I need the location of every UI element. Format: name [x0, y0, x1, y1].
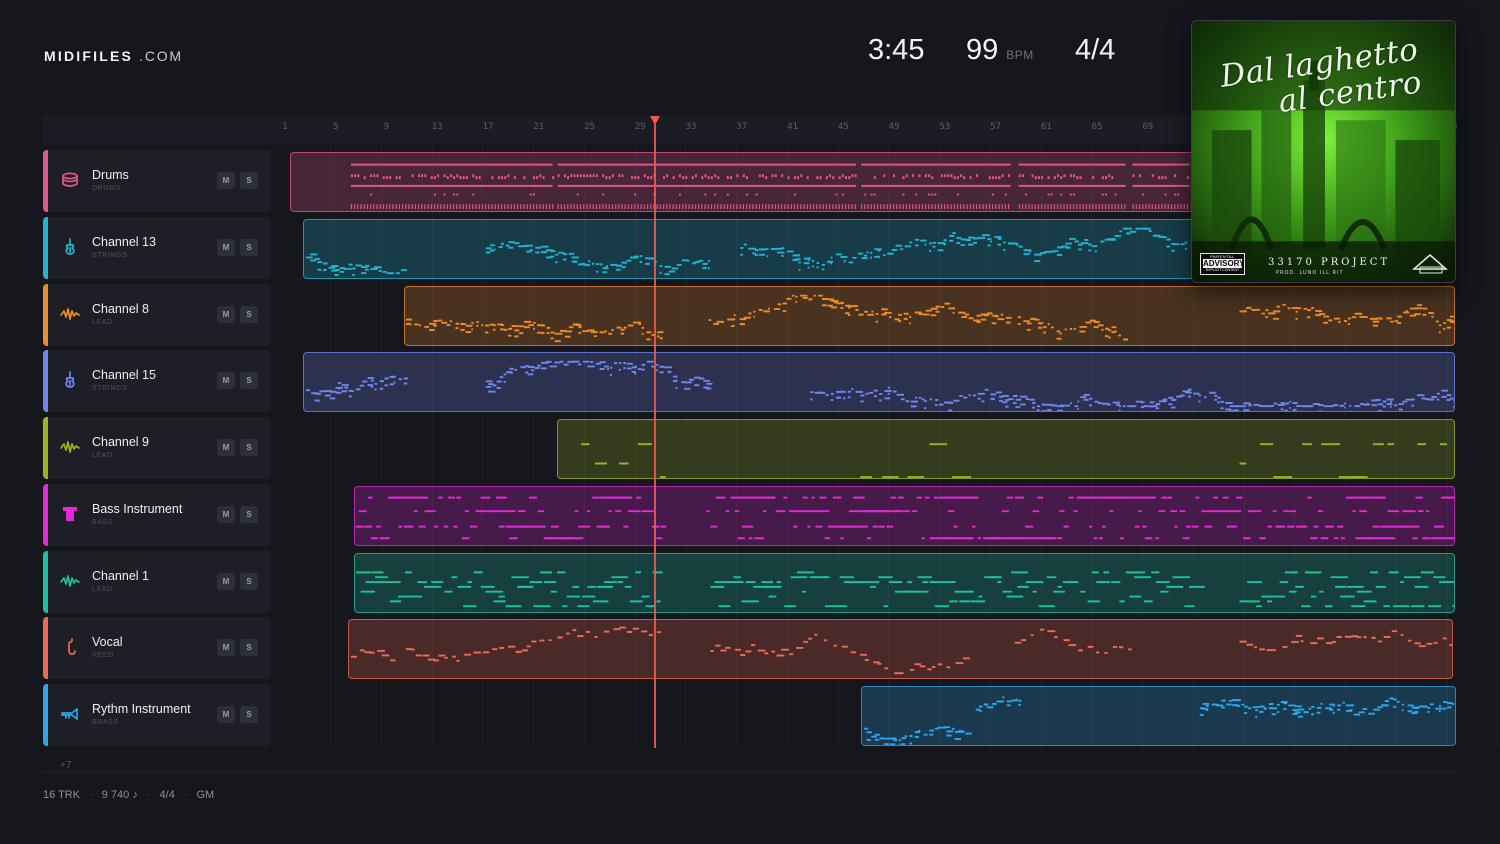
- note-pattern: [355, 570, 1454, 607]
- album-artist: 33170 PROJECT: [1268, 257, 1391, 268]
- note-count: 9 740 ♪: [101, 789, 138, 801]
- playhead[interactable]: [654, 124, 656, 748]
- note-pattern: [305, 360, 1454, 412]
- advisory-main: ADVISORY: [1203, 259, 1245, 268]
- midi-clip[interactable]: [354, 552, 1455, 613]
- track-count: 16 TRK: [43, 789, 81, 801]
- separator: ·: [146, 789, 151, 801]
- note-pattern: [405, 294, 1454, 342]
- advisory-bottom: EXPLICIT CONTENT: [1205, 268, 1240, 272]
- note-pattern: [355, 496, 1454, 539]
- separator: ·: [183, 789, 188, 801]
- album-credit: PROD. LUNO ILL RIT: [1276, 270, 1344, 276]
- midi-clip[interactable]: [557, 419, 1455, 479]
- separator: ·: [89, 789, 93, 801]
- midi-clip[interactable]: [348, 619, 1453, 680]
- midi-clip[interactable]: [354, 485, 1455, 546]
- album-cover: Dal laghetto al centro PARENTAL ADVISORY…: [1191, 20, 1456, 283]
- note-pattern: [580, 443, 1448, 478]
- label-logo-icon: [1412, 254, 1448, 274]
- footer-stats: 16 TRK · 9 740 ♪ · 4/4 · GM: [43, 789, 214, 801]
- parental-advisory-label: PARENTAL ADVISORY EXPLICIT CONTENT: [1200, 253, 1245, 275]
- midi-clip[interactable]: [404, 285, 1455, 346]
- midi-clip[interactable]: [303, 352, 1455, 413]
- note-pattern: [863, 696, 1455, 745]
- footer-divider: [43, 772, 1457, 773]
- note-pattern: [350, 626, 1452, 675]
- midi-clip[interactable]: [861, 686, 1456, 746]
- midi-standard: GM: [196, 789, 215, 801]
- footer-time-signature: 4/4: [159, 789, 175, 801]
- playhead-handle[interactable]: [650, 116, 660, 125]
